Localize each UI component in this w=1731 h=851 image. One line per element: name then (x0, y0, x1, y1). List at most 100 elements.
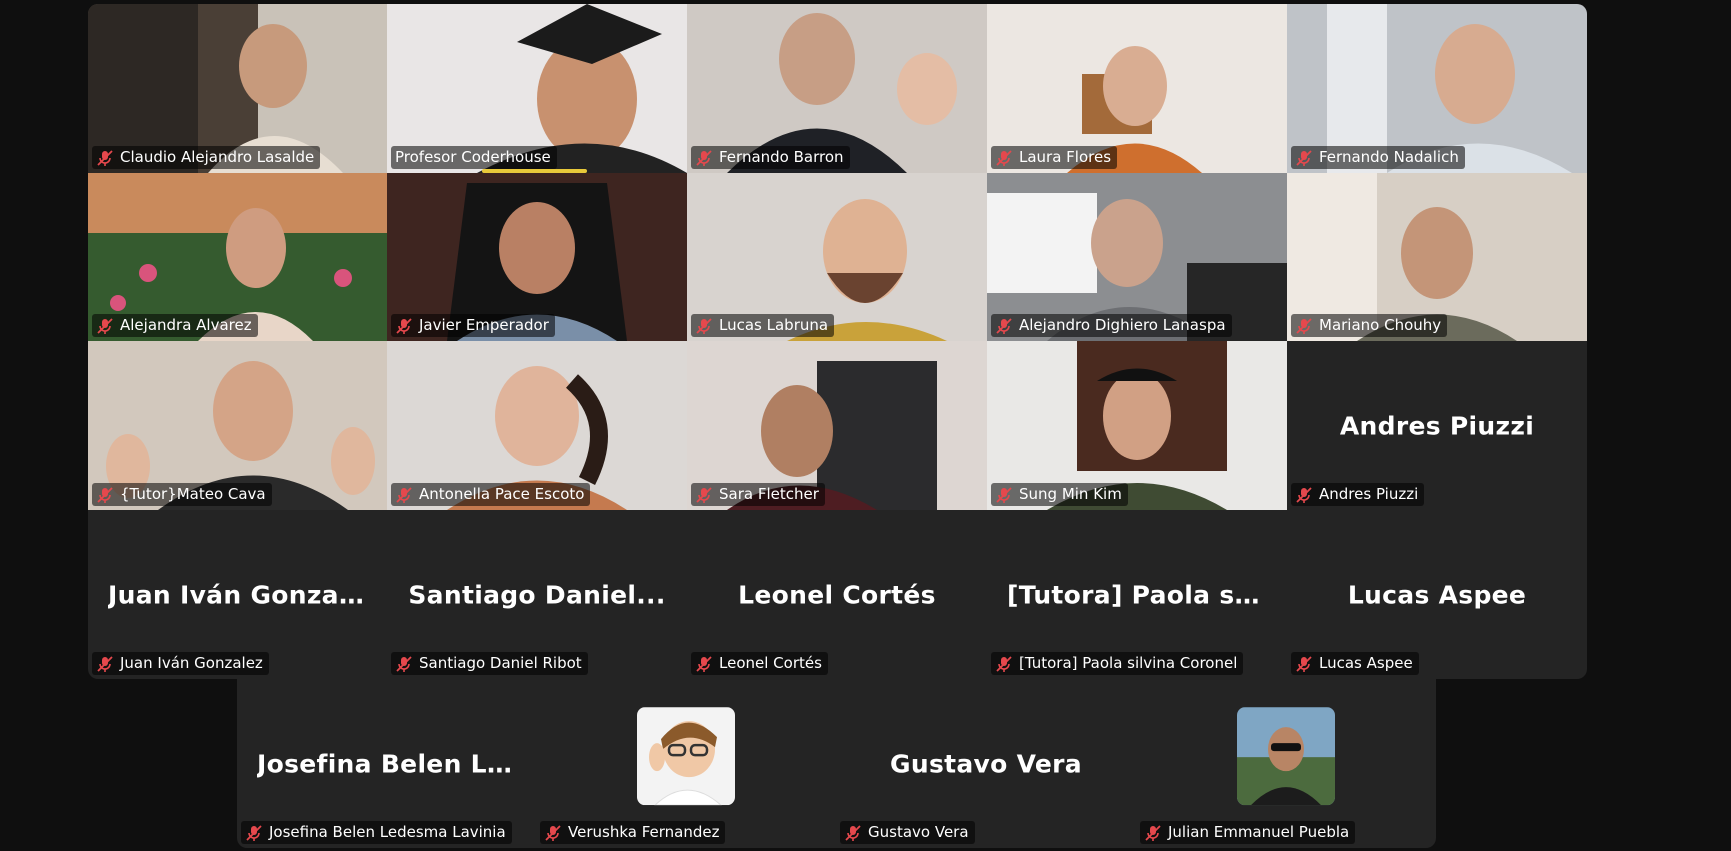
participant-display-name: Juan Iván Gonza... (108, 580, 367, 609)
participant-name: Verushka Fernandez (568, 823, 720, 841)
mic-muted-icon (696, 486, 712, 503)
participant-name: Sara Fletcher (719, 485, 819, 503)
mic-muted-icon (246, 824, 262, 841)
memoji-avatar (637, 706, 735, 805)
mic-muted-icon (1296, 317, 1312, 334)
participant-nametag: Alejandro Dighiero Lanaspa (991, 314, 1232, 337)
participant-nametag: Andres Piuzzi (1291, 483, 1425, 506)
participant-name: Juan Iván Gonzalez (120, 654, 263, 672)
participant-name: Leonel Cortés (719, 654, 822, 672)
participant-nametag: {Tutor}Mateo Cava (92, 483, 272, 506)
mic-muted-icon (97, 317, 113, 334)
participant-name: Javier Emperador (419, 316, 549, 334)
participant-name: Julian Emmanuel Puebla (1168, 823, 1350, 841)
mic-muted-icon (996, 317, 1012, 334)
participant-tile[interactable]: Laura Flores (987, 4, 1287, 173)
mic-muted-icon (97, 486, 113, 503)
participant-name: Claudio Alejandro Lasalde (120, 148, 315, 166)
participant-name: Gustavo Vera (868, 823, 969, 841)
participant-name: Sung Min Kim (1019, 485, 1122, 503)
participant-name: Antonella Pace Escoto (419, 485, 585, 503)
participant-name: Mariano Chouhy (1319, 316, 1442, 334)
participant-tile[interactable]: Alejandro Dighiero Lanaspa (987, 173, 1287, 341)
participant-tile[interactable]: Sung Min Kim (987, 341, 1287, 510)
participant-name: Fernando Nadalich (1319, 148, 1459, 166)
participant-tile[interactable]: {Tutor}Mateo Cava (88, 341, 387, 510)
participant-nametag: Mariano Chouhy (1291, 314, 1448, 337)
participant-tile[interactable]: Lucas Aspee Lucas Aspee (1287, 510, 1587, 679)
mic-muted-icon (97, 149, 113, 166)
participant-tile[interactable]: Juan Iván Gonza... Juan Iván Gonzalez (88, 510, 387, 679)
participant-nametag: Claudio Alejandro Lasalde (92, 146, 321, 169)
participant-tile[interactable]: Lucas Labruna (687, 173, 987, 341)
participant-display-name: Santiago Daniel... (408, 580, 666, 609)
participant-tile[interactable]: Josefina Belen L... Josefina Belen Ledes… (237, 679, 536, 848)
mic-muted-icon (1145, 824, 1161, 841)
participant-display-name: Leonel Cortés (738, 580, 936, 609)
mic-muted-icon (97, 655, 113, 672)
participant-name: Laura Flores (1019, 148, 1112, 166)
participant-nametag: Lucas Labruna (691, 314, 835, 337)
participant-nametag: Josefina Belen Ledesma Lavinia (241, 821, 512, 844)
mic-muted-icon (1296, 149, 1312, 166)
participant-nametag: Sara Fletcher (691, 483, 825, 506)
participant-nametag: Leonel Cortés (691, 652, 828, 675)
participant-name: Lucas Labruna (719, 316, 829, 334)
participant-nametag: Laura Flores (991, 146, 1118, 169)
mic-muted-icon (396, 655, 412, 672)
participant-name: Fernando Barron (719, 148, 844, 166)
mic-muted-icon (996, 486, 1012, 503)
participant-name: Lucas Aspee (1319, 654, 1413, 672)
mic-muted-icon (845, 824, 861, 841)
participant-nametag: Juan Iván Gonzalez (92, 652, 269, 675)
participant-display-name: Lucas Aspee (1347, 580, 1527, 609)
participant-tile[interactable]: Mariano Chouhy (1287, 173, 1587, 341)
participant-tile[interactable]: Claudio Alejandro Lasalde (88, 4, 387, 173)
participant-tile[interactable]: Andres Piuzzi Andres Piuzzi (1287, 341, 1587, 510)
participant-tile[interactable]: Profesor Coderhouse (387, 4, 687, 173)
photo-avatar (1237, 706, 1335, 805)
participant-tile[interactable]: Antonella Pace Escoto (387, 341, 687, 510)
participant-name: Santiago Daniel Ribot (419, 654, 582, 672)
mic-muted-icon (696, 317, 712, 334)
participant-nametag: Antonella Pace Escoto (391, 483, 591, 506)
participant-nametag: Sung Min Kim (991, 483, 1128, 506)
participant-display-name: Gustavo Vera (890, 749, 1082, 778)
mic-muted-icon (996, 655, 1012, 672)
participant-nametag: Alejandra Alvarez (92, 314, 258, 337)
participant-name: Alejandra Alvarez (120, 316, 252, 334)
mic-muted-icon (396, 317, 412, 334)
participant-nametag: Fernando Nadalich (1291, 146, 1465, 169)
participant-nametag: Verushka Fernandez (540, 821, 726, 844)
participant-nametag: Gustavo Vera (840, 821, 975, 844)
participant-tile[interactable]: Julian Emmanuel Puebla (1136, 679, 1436, 848)
participant-name: Andres Piuzzi (1319, 485, 1419, 503)
participant-tile[interactable]: Fernando Barron (687, 4, 987, 173)
participant-nametag: Julian Emmanuel Puebla (1140, 821, 1356, 844)
participant-display-name: [Tutora] Paola si... (1007, 580, 1267, 609)
participant-tile[interactable]: [Tutora] Paola si... [Tutora] Paola silv… (987, 510, 1287, 679)
participant-nametag: Fernando Barron (691, 146, 850, 169)
participant-name: Profesor Coderhouse (395, 148, 551, 166)
participant-tile[interactable]: Fernando Nadalich (1287, 4, 1587, 173)
mic-muted-icon (996, 149, 1012, 166)
participant-name: Alejandro Dighiero Lanaspa (1019, 316, 1226, 334)
mic-muted-icon (696, 655, 712, 672)
participant-tile[interactable]: Leonel Cortés Leonel Cortés (687, 510, 987, 679)
mic-muted-icon (1296, 486, 1312, 503)
participant-tile[interactable]: Javier Emperador (387, 173, 687, 341)
mic-muted-icon (696, 149, 712, 166)
participant-nametag: [Tutora] Paola silvina Coronel (991, 652, 1244, 675)
participant-nametag: Santiago Daniel Ribot (391, 652, 588, 675)
participant-nametag: Javier Emperador (391, 314, 555, 337)
participant-name: [Tutora] Paola silvina Coronel (1019, 654, 1238, 672)
participant-tile[interactable]: Santiago Daniel... Santiago Daniel Ribot (387, 510, 687, 679)
participant-tile[interactable]: Gustavo Vera Gustavo Vera (836, 679, 1136, 848)
participant-nametag: Profesor Coderhouse (391, 146, 557, 169)
participant-tile[interactable]: Alejandra Alvarez (88, 173, 387, 341)
participant-name: Josefina Belen Ledesma Lavinia (269, 823, 506, 841)
participant-tile[interactable]: Verushka Fernandez (536, 679, 836, 848)
participant-name: {Tutor}Mateo Cava (120, 485, 266, 503)
participant-nametag: Lucas Aspee (1291, 652, 1419, 675)
participant-tile[interactable]: Sara Fletcher (687, 341, 987, 510)
